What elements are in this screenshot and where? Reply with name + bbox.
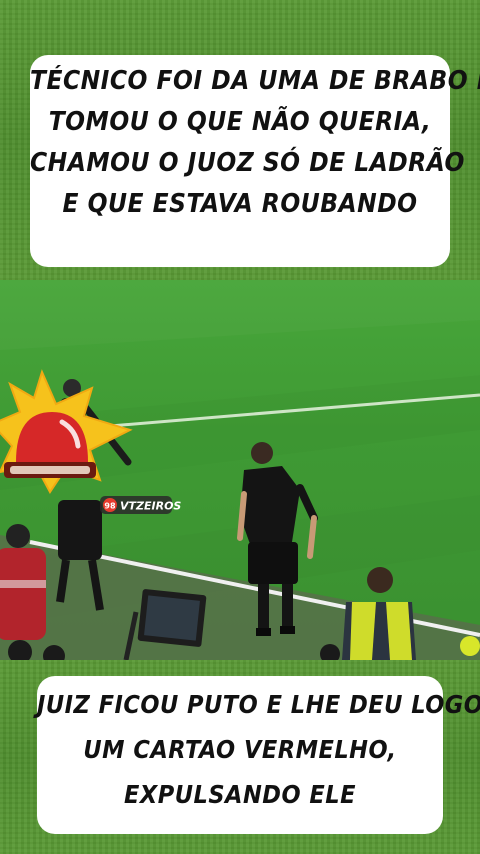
top-caption-line-2: TOMOU O QUE NÃO QUERIA, xyxy=(48,107,432,137)
watermark-badge: 98 xyxy=(104,502,116,511)
top-caption-line-4: E QUE ESTAVA ROUBANDO xyxy=(62,189,418,219)
bottom-caption-line-2: UM CARTAO VERMELHO, xyxy=(83,735,397,764)
top-caption-line-3: CHAMOU O JUOZ SÓ DE LADRÃO xyxy=(30,148,465,178)
match-video-frame[interactable]: 98 VTZEIROS xyxy=(0,280,480,660)
match-scene: 98 VTZEIROS xyxy=(0,369,480,660)
watermark: 98 VTZEIROS xyxy=(100,496,181,514)
top-caption-line-1: TÉCNICO FOI DA UMA DE BRABO E xyxy=(30,66,480,96)
top-caption: TÉCNICO FOI DA UMA DE BRABO E TOMOU O QU… xyxy=(30,55,480,267)
steward-figure xyxy=(342,567,416,660)
bottom-caption: JUIZ FICOU PUTO E LHE DEU LOGO UM CARTAO… xyxy=(37,676,480,834)
bottom-caption-line-1: JUIZ FICOU PUTO E LHE DEU LOGO xyxy=(37,690,480,719)
bottom-caption-line-3: EXPULSANDO ELE xyxy=(124,780,356,809)
watermark-text: VTZEIROS xyxy=(120,500,181,513)
